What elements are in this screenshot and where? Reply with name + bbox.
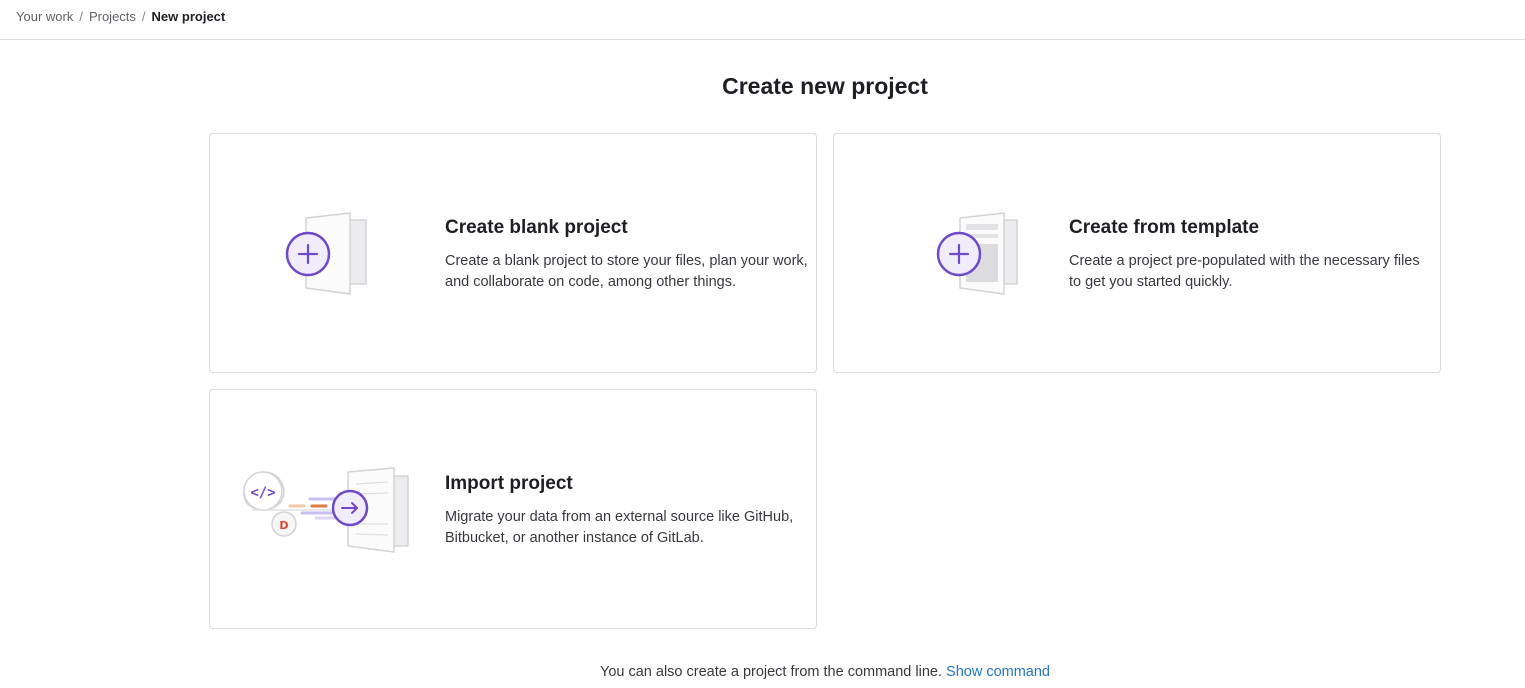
import-project-illustration: </> D (238, 460, 428, 560)
breadcrumb-separator: / (79, 9, 83, 24)
breadcrumb-separator: / (141, 9, 146, 24)
svg-text:D: D (279, 519, 288, 532)
card-title: Create blank project (445, 217, 628, 238)
create-blank-project-card[interactable]: Create blank project Create a blank proj… (209, 133, 817, 373)
breadcrumb-current[interactable]: New project (152, 9, 226, 24)
card-description: Migrate your data from an external sourc… (445, 509, 794, 546)
card-description: Create a blank project to store your fil… (445, 253, 808, 290)
breadcrumb: Your work / Projects / New project (16, 10, 225, 24)
top-bar: Your work / Projects / New project (0, 0, 1525, 40)
page-title: Create new project (722, 73, 928, 99)
command-line-text: You can also create a project from the c… (599, 664, 942, 680)
card-title: Import project (445, 473, 573, 494)
template-illustration (862, 204, 1052, 304)
card-description: Create a project pre-populated with the … (1069, 253, 1420, 290)
breadcrumb-item-projects[interactable]: Projects (89, 9, 136, 24)
breadcrumb-item-your-work[interactable]: Your work (16, 9, 73, 24)
create-from-template-card[interactable]: Create from template Create a project pr… (833, 133, 1441, 373)
blank-project-illustration (238, 204, 428, 304)
command-line-hint: You can also create a project from the c… (0, 662, 1525, 682)
card-title: Create from template (1069, 217, 1260, 238)
show-command-link[interactable]: Show command (946, 664, 1050, 680)
svg-text:</>: </> (250, 485, 275, 501)
import-project-card[interactable]: </> D Import project Migrate your data f… (209, 389, 817, 629)
